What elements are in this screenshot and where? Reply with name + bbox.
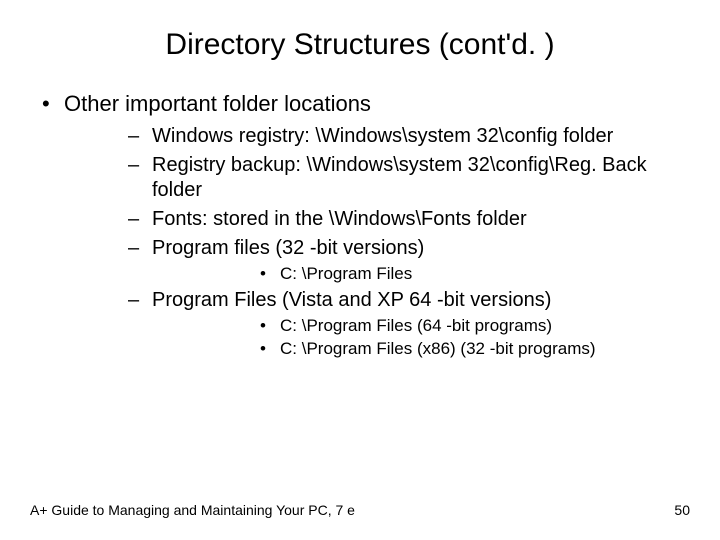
- slide-title: Directory Structures (cont'd. ): [0, 0, 720, 72]
- bullet-list-level3: C: \Program Files: [152, 263, 700, 284]
- slide: Directory Structures (cont'd. ) Other im…: [0, 0, 720, 540]
- list-item: Windows registry: \Windows\system 32\con…: [64, 124, 700, 149]
- slide-body: Other important folder locations Windows…: [0, 72, 720, 359]
- bullet-text: Windows registry: \Windows\system 32\con…: [152, 125, 613, 147]
- list-item: C: \Program Files (64 -bit programs): [152, 315, 700, 336]
- bullet-text: C: \Program Files: [280, 264, 412, 283]
- page-number: 50: [674, 502, 690, 518]
- list-item: Program Files (Vista and XP 64 -bit vers…: [64, 288, 700, 360]
- bullet-text: Program Files (Vista and XP 64 -bit vers…: [152, 289, 551, 311]
- bullet-text: Other important folder locations: [64, 91, 371, 116]
- bullet-text: Fonts: stored in the \Windows\Fonts fold…: [152, 208, 527, 230]
- list-item: Registry backup: \Windows\system 32\conf…: [64, 153, 700, 203]
- footer-text: A+ Guide to Managing and Maintaining You…: [30, 502, 355, 518]
- list-item: Fonts: stored in the \Windows\Fonts fold…: [64, 207, 700, 232]
- bullet-text: Program files (32 -bit versions): [152, 237, 424, 259]
- list-item: Other important folder locations Windows…: [20, 90, 700, 359]
- footer: A+ Guide to Managing and Maintaining You…: [30, 502, 690, 518]
- bullet-list-level3: C: \Program Files (64 -bit programs) C: …: [152, 315, 700, 360]
- bullet-list-level2: Windows registry: \Windows\system 32\con…: [64, 124, 700, 360]
- bullet-list-level1: Other important folder locations Windows…: [20, 90, 700, 359]
- bullet-text: Registry backup: \Windows\system 32\conf…: [152, 154, 647, 201]
- bullet-text: C: \Program Files (64 -bit programs): [280, 316, 552, 335]
- list-item: C: \Program Files: [152, 263, 700, 284]
- list-item: Program files (32 -bit versions) C: \Pro…: [64, 236, 700, 284]
- bullet-text: C: \Program Files (x86) (32 -bit program…: [280, 339, 596, 358]
- list-item: C: \Program Files (x86) (32 -bit program…: [152, 338, 700, 359]
